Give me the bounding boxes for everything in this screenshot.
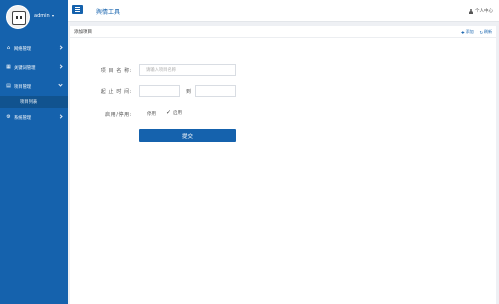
sidebar-item-label: 项目管理 bbox=[14, 84, 32, 90]
refresh-label: 刷新 bbox=[484, 29, 492, 34]
menu-toggle-button[interactable] bbox=[72, 5, 83, 14]
panel-title: 添加项目 bbox=[74, 30, 92, 35]
username-dropdown[interactable]: admin bbox=[34, 13, 54, 19]
sidebar-menu: ⌂ 网络管理 ▦ 关键词管理 ▤ 项目管理 项目列表 ⚙ 系统管理 bbox=[0, 39, 68, 127]
content-panel: 添加项目 ✚ 添加 ↻ 刷新 项 目 名 称: 请输入项目名称 起 止 时 间: 到… bbox=[70, 26, 496, 304]
panel-actions: ✚ 添加 ↻ 刷新 bbox=[461, 29, 492, 35]
username-label: admin bbox=[34, 13, 50, 19]
refresh-icon: ↻ bbox=[479, 29, 483, 35]
status-label: 启用/停用: bbox=[105, 112, 132, 118]
document-icon: ▤ bbox=[6, 83, 11, 89]
project-name-input[interactable]: 请输入项目名称 bbox=[139, 64, 236, 76]
end-time-input[interactable] bbox=[195, 85, 236, 97]
check-icon: ✓ bbox=[166, 109, 172, 116]
chevron-right-icon bbox=[58, 45, 63, 50]
submit-button[interactable]: 提交 bbox=[139, 129, 236, 142]
project-name-label: 项 目 名 称: bbox=[100, 68, 132, 74]
sidebar-subitem-project-list[interactable]: 项目列表 bbox=[0, 96, 68, 108]
sidebar-item-label: 关键词管理 bbox=[14, 65, 36, 71]
user-center-label: 个人中心 bbox=[475, 9, 493, 14]
user-icon bbox=[469, 8, 473, 14]
refresh-button[interactable]: ↻ 刷新 bbox=[480, 29, 492, 35]
sidebar-item-label: 网络管理 bbox=[14, 46, 32, 52]
status-off-option[interactable]: 停用 bbox=[147, 111, 156, 117]
chevron-right-icon bbox=[58, 64, 63, 69]
gear-icon: ⚙ bbox=[6, 114, 11, 120]
start-time-input[interactable] bbox=[139, 85, 180, 97]
top-bar: 舆情工具 个人中心 bbox=[68, 0, 499, 22]
avatar-face-icon bbox=[12, 11, 26, 25]
sidebar-item-keywords[interactable]: ▦ 关键词管理 bbox=[0, 58, 68, 77]
sidebar-item-system[interactable]: ⚙ 系统管理 bbox=[0, 108, 68, 127]
caret-down-icon bbox=[51, 14, 54, 17]
status-on-option[interactable]: ✓ 启用 bbox=[166, 109, 183, 117]
status-off-label: 停用 bbox=[147, 112, 156, 117]
chevron-right-icon bbox=[58, 114, 63, 119]
to-label: 到 bbox=[186, 89, 192, 95]
home-icon: ⌂ bbox=[6, 45, 11, 51]
sidebar-item-label: 系统管理 bbox=[14, 115, 32, 121]
user-center-link[interactable]: 个人中心 bbox=[469, 8, 493, 14]
add-label: 添加 bbox=[465, 29, 474, 34]
panel-header: 添加项目 ✚ 添加 ↻ 刷新 bbox=[70, 26, 496, 38]
chevron-down-icon bbox=[58, 82, 63, 87]
user-block: admin bbox=[0, 0, 68, 34]
time-range-label: 起 止 时 间: bbox=[100, 89, 132, 95]
sidebar: admin ⌂ 网络管理 ▦ 关键词管理 ▤ 项目管理 项目列表 ⚙ 系统管理 bbox=[0, 0, 68, 304]
add-button[interactable]: ✚ 添加 bbox=[461, 29, 473, 35]
status-on-label: 启用 bbox=[173, 111, 183, 116]
sidebar-item-network[interactable]: ⌂ 网络管理 bbox=[0, 39, 68, 58]
sidebar-item-projects[interactable]: ▤ 项目管理 bbox=[0, 77, 68, 96]
grid-icon: ▦ bbox=[6, 64, 11, 70]
plus-icon: ✚ bbox=[461, 29, 465, 35]
avatar[interactable] bbox=[6, 5, 30, 29]
app-title: 舆情工具 bbox=[96, 9, 121, 16]
sidebar-subitem-label: 项目列表 bbox=[20, 100, 38, 105]
